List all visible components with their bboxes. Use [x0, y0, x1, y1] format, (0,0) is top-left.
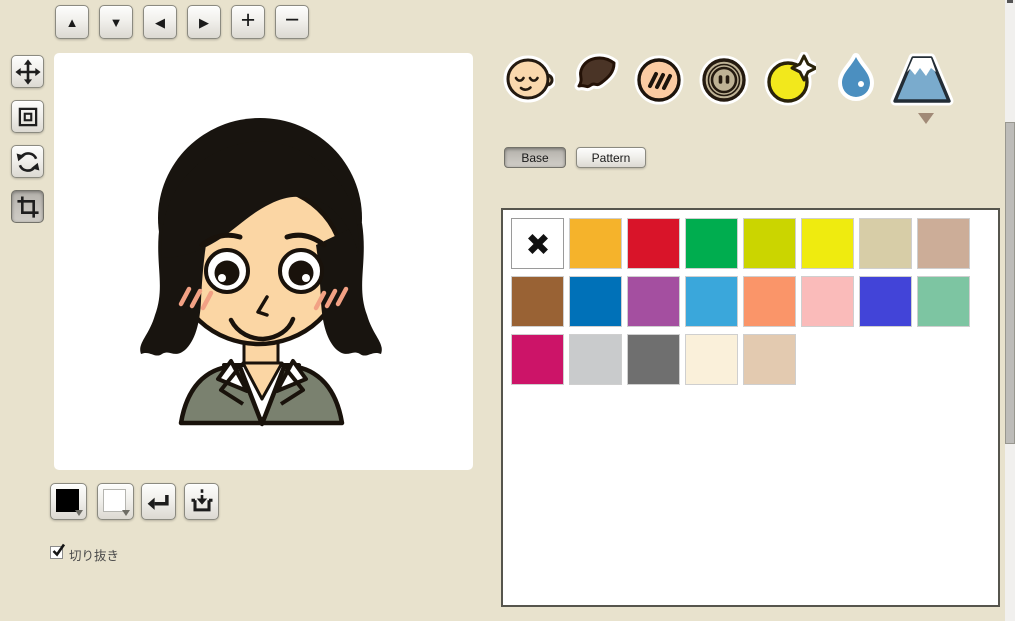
color-swatch[interactable] — [511, 276, 564, 327]
tab-pattern[interactable]: Pattern — [576, 147, 646, 168]
color-swatch[interactable] — [801, 276, 854, 327]
move-up-button[interactable]: ▲ — [55, 5, 89, 39]
color-swatch[interactable] — [685, 334, 738, 385]
hair-icon — [568, 52, 620, 106]
zoom-out-button[interactable]: − — [275, 5, 309, 39]
zoom-in-button[interactable]: + — [231, 5, 265, 39]
minus-icon: − — [285, 8, 300, 33]
frame-icon — [15, 104, 41, 130]
category-face[interactable] — [503, 52, 555, 106]
category-mountain[interactable] — [889, 52, 955, 106]
foreground-color-button[interactable] — [50, 483, 87, 520]
crop-checkbox-label: 切り抜き — [69, 545, 119, 564]
color-swatch[interactable] — [511, 334, 564, 385]
down-triangle-icon: ▼ — [110, 16, 123, 29]
up-triangle-icon: ▲ — [66, 16, 79, 29]
color-swatch[interactable] — [743, 218, 796, 269]
move-tool-button[interactable] — [11, 55, 44, 88]
crop-checkbox[interactable] — [50, 546, 63, 559]
category-cheek[interactable] — [633, 52, 685, 106]
category-hair[interactable] — [568, 52, 620, 106]
more-categories-arrow[interactable] — [918, 113, 934, 124]
tab-pattern-label: Pattern — [592, 151, 631, 165]
move-down-button[interactable]: ▼ — [99, 5, 133, 39]
color-swatch[interactable] — [569, 276, 622, 327]
foreground-color-chip — [56, 489, 79, 512]
background-color-button[interactable] — [97, 483, 134, 520]
scrollbar-arrow-fragment — [1007, 0, 1013, 3]
rotate-icon — [15, 149, 41, 175]
tab-base-label: Base — [521, 151, 548, 165]
color-palette-panel — [501, 208, 1000, 607]
avatar-image — [54, 53, 473, 470]
color-swatch[interactable] — [569, 218, 622, 269]
color-swatch[interactable] — [627, 276, 680, 327]
category-button-part[interactable] — [698, 52, 750, 106]
clear-x-icon — [524, 230, 552, 258]
avatar-canvas[interactable] — [54, 53, 473, 470]
water-drop-icon — [830, 52, 882, 106]
color-swatch[interactable] — [627, 334, 680, 385]
dropdown-arrow-icon — [122, 510, 130, 516]
color-swatch[interactable] — [917, 218, 970, 269]
move-icon — [15, 59, 41, 85]
color-swatch[interactable] — [859, 218, 912, 269]
button-part-icon — [698, 52, 750, 106]
color-swatch[interactable] — [801, 218, 854, 269]
save-button[interactable] — [184, 483, 219, 520]
color-swatch[interactable] — [743, 276, 796, 327]
color-swatch[interactable] — [917, 276, 970, 327]
shine-ball-icon — [764, 52, 816, 106]
move-right-button[interactable]: ▶ — [187, 5, 221, 39]
color-swatch[interactable] — [627, 218, 680, 269]
cheek-lines-icon — [633, 52, 685, 106]
category-water[interactable] — [830, 52, 882, 106]
right-triangle-icon: ▶ — [199, 16, 209, 29]
plus-icon: + — [241, 8, 256, 33]
dropdown-arrow-icon — [75, 510, 83, 516]
move-left-button[interactable]: ◀ — [143, 5, 177, 39]
swatch-none[interactable] — [511, 218, 564, 269]
color-swatch[interactable] — [569, 334, 622, 385]
tab-base[interactable]: Base — [504, 147, 566, 168]
color-swatch[interactable] — [859, 276, 912, 327]
avatar-editor-window: ▲ ▼ ◀ ▶ + − — [0, 0, 1015, 621]
save-download-icon — [188, 488, 216, 516]
face-icon — [503, 52, 555, 106]
color-palette-grid — [511, 218, 989, 385]
rotate-tool-button[interactable] — [11, 145, 44, 178]
crop-tool-button[interactable] — [11, 190, 44, 223]
frame-tool-button[interactable] — [11, 100, 44, 133]
undo-button[interactable] — [141, 483, 176, 520]
color-swatch[interactable] — [743, 334, 796, 385]
mountain-icon — [889, 52, 955, 106]
background-color-chip — [103, 489, 126, 512]
undo-icon — [145, 488, 173, 516]
scrollbar-thumb[interactable] — [1005, 122, 1015, 444]
category-shine[interactable] — [764, 52, 816, 106]
color-swatch[interactable] — [685, 218, 738, 269]
crop-icon — [15, 194, 41, 220]
checkmark-icon — [51, 543, 66, 558]
color-swatch[interactable] — [685, 276, 738, 327]
left-triangle-icon: ◀ — [155, 16, 165, 29]
